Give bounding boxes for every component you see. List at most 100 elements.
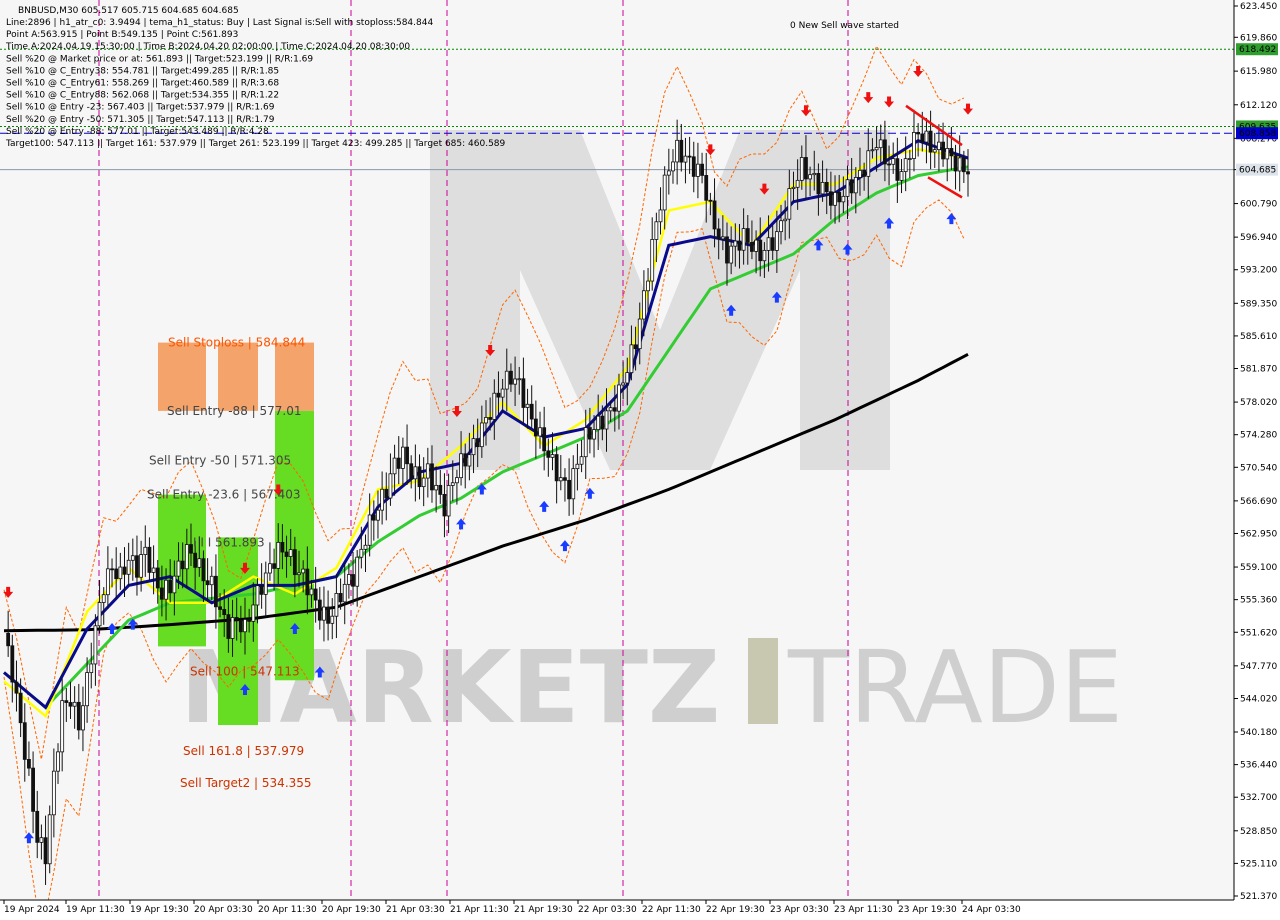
candle-body — [824, 181, 829, 193]
arrow-up-icon — [476, 483, 487, 495]
candle-body — [683, 155, 688, 163]
candle-body — [400, 446, 405, 469]
candle-body — [6, 632, 11, 647]
candle-body — [218, 606, 222, 610]
candle-body — [583, 427, 588, 458]
watermark-right-text: TRADE — [787, 629, 1123, 746]
price-tick-label: 585.610 — [1240, 332, 1277, 342]
candle-body — [804, 157, 808, 180]
watermark-separator — [748, 638, 778, 724]
candle-body — [446, 485, 451, 517]
time-tick-label: 20 Apr 19:30 — [322, 905, 381, 915]
candle-body — [263, 572, 268, 595]
candle-body — [51, 770, 56, 816]
candle-body — [849, 179, 854, 194]
candle-body — [720, 236, 725, 240]
chart-canvas[interactable]: MARKETZ TRADE Sell Stoploss | 584.844 Sel… — [0, 0, 1280, 920]
candle-body — [870, 149, 875, 152]
arrow-up-icon — [456, 518, 467, 530]
info-line: Time A:2024.04.19 15:30:00 | Time B:2024… — [5, 42, 410, 52]
candle-body — [450, 482, 455, 486]
arrow-up-icon — [946, 213, 957, 225]
candle-body — [243, 619, 247, 633]
candle-body — [126, 559, 131, 575]
price-tick-label: 615.980 — [1240, 67, 1277, 77]
candle-body — [301, 568, 306, 574]
price-tick-label: 528.850 — [1240, 827, 1277, 837]
candle-body — [899, 171, 904, 181]
candle-body — [359, 548, 364, 558]
candle-body — [164, 579, 168, 600]
candle-body — [14, 681, 19, 694]
time-axis-bg — [0, 900, 1280, 920]
price-tick-label: 544.020 — [1240, 695, 1277, 705]
time-tick-label: 19 Apr 11:30 — [66, 905, 125, 915]
candle-body — [81, 705, 85, 731]
candle-body — [89, 663, 94, 674]
candle-body — [384, 488, 389, 499]
candle-body — [284, 551, 289, 557]
candle-body — [238, 619, 243, 633]
candle-body — [317, 599, 322, 621]
price-tick-label: 559.100 — [1240, 563, 1277, 573]
candle-body — [251, 604, 256, 622]
zone-label-sell-target2: Sell Target2 | 534.355 — [180, 776, 312, 790]
candle-body — [209, 575, 214, 586]
candle-body — [837, 192, 842, 203]
candle-body — [272, 563, 276, 569]
price-tick-label: 551.620 — [1240, 628, 1277, 638]
candle-body — [139, 554, 144, 578]
candle-body — [961, 157, 966, 173]
stoploss-zone — [218, 342, 258, 411]
candle-body — [97, 602, 102, 627]
top-annotation: 0 New Sell wave started — [790, 21, 899, 31]
candle-body — [592, 429, 596, 440]
candle-body — [214, 575, 218, 608]
candle-body — [367, 514, 372, 546]
candle-body — [305, 568, 310, 596]
candle-body — [226, 614, 231, 639]
candle-body — [550, 454, 555, 458]
candle-body — [924, 130, 929, 143]
info-line: Sell %20 @ Entry -50: 571.305 || Target:… — [6, 115, 275, 125]
candle-body — [633, 344, 638, 350]
candle-body — [313, 588, 318, 601]
candle-body — [691, 156, 696, 177]
candle-body — [816, 173, 821, 195]
arrow-down-icon — [3, 586, 14, 598]
candle-body — [259, 585, 264, 595]
price-tick-label: 619.860 — [1240, 33, 1277, 43]
candle-body — [542, 427, 547, 452]
candle-body — [35, 810, 40, 843]
time-tick-label: 19 Apr 2024 — [4, 905, 60, 915]
arrow-up-icon — [584, 487, 595, 499]
candle-body — [268, 563, 272, 574]
candle-body — [679, 139, 684, 163]
candle-body — [617, 384, 621, 412]
price-tick-label: 536.440 — [1240, 761, 1277, 771]
candle-body — [326, 606, 331, 624]
candle-body — [168, 579, 173, 594]
candle-body — [292, 549, 297, 576]
candle-body — [517, 378, 522, 381]
candle-body — [833, 192, 837, 206]
candle-body — [787, 188, 792, 220]
candle-body — [937, 141, 941, 151]
candle-body — [587, 427, 592, 440]
arrow-down-icon — [863, 92, 874, 104]
candle-body — [346, 574, 351, 585]
candle-body — [637, 318, 642, 350]
candle-body — [442, 494, 447, 517]
candle-body — [625, 372, 630, 384]
candle-body — [147, 546, 152, 573]
info-line: Sell %20 @ Entry -88: 577.01 || Target:5… — [6, 127, 269, 137]
time-tick-label: 23 Apr 11:30 — [834, 905, 893, 915]
candle-body — [907, 158, 912, 160]
candle-body — [567, 479, 572, 500]
price-tick-label: 623.450 — [1240, 2, 1277, 12]
candle-body — [571, 468, 576, 500]
candle-body — [882, 139, 887, 165]
candle-body — [953, 155, 958, 172]
badge-green-top: 618.492 — [1239, 45, 1276, 55]
candle-body — [417, 466, 422, 488]
